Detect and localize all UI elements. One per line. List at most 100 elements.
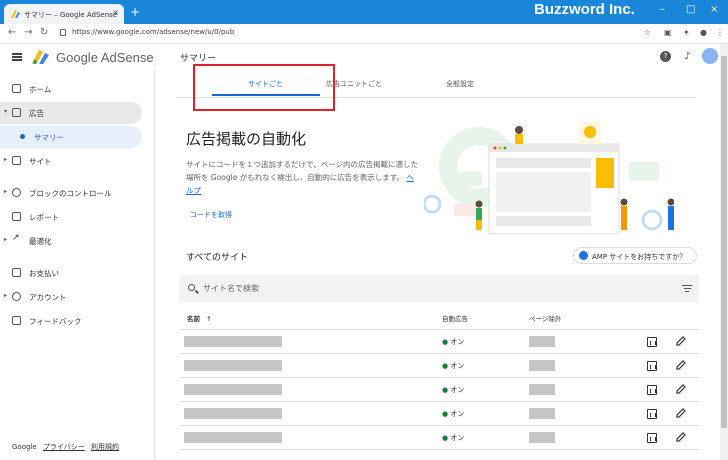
sidebar-item-block-controls[interactable]: ▸ ブロックのコントロール: [0, 182, 155, 204]
caret-right-icon: ▸: [4, 156, 8, 163]
ads-icon: [12, 108, 21, 117]
auto-ads-status: ● オン: [442, 385, 464, 395]
bell-icon[interactable]: ♪: [682, 51, 693, 62]
menu-icon[interactable]: ⋮: [716, 28, 724, 37]
new-tab-button[interactable]: +: [130, 5, 140, 19]
column-name-label: 名前: [187, 315, 200, 323]
get-code-link[interactable]: コードを取得: [190, 210, 232, 220]
sidebar-item-label: ホーム: [29, 85, 52, 94]
edit-pencil-icon[interactable]: [676, 408, 686, 418]
status-label: オン: [450, 410, 465, 418]
column-header-name[interactable]: 名前 ↑: [187, 313, 212, 323]
trend-icon: ↗: [12, 233, 20, 243]
sidebar-item-label: アカウント: [29, 293, 67, 302]
sidebar-item-reports[interactable]: レポート: [0, 206, 155, 228]
sidebar-footer: Google プライバシー 利用規約: [12, 442, 119, 452]
minimize-button[interactable]: –: [660, 4, 665, 15]
amp-button-label: AMP サイトをお持ちですか？: [592, 253, 687, 261]
privacy-link[interactable]: プライバシー: [43, 443, 85, 451]
caret-right-icon: ▸: [4, 188, 8, 195]
page-exclusion-redacted: [529, 336, 555, 347]
back-icon[interactable]: ←: [8, 27, 16, 38]
payments-icon: [12, 268, 21, 277]
page-title: サマリー: [180, 54, 217, 64]
extension-icon[interactable]: ▣: [664, 28, 672, 37]
site-name-redacted: [184, 432, 282, 443]
hero-description-text: サイトにコードを１つ追加するだけで、ページ内の広告掲載に適した場所を Googl…: [186, 160, 419, 182]
close-window-button[interactable]: ×: [710, 4, 718, 15]
sidebar-item-payments[interactable]: お支払い: [0, 262, 155, 284]
tab-close-icon[interactable]: ×: [112, 8, 119, 17]
edit-pencil-icon[interactable]: [676, 432, 686, 442]
sidebar-item-label: 広告: [29, 109, 44, 118]
scrollbar-thumb[interactable]: [721, 56, 727, 428]
status-label: オン: [450, 338, 465, 346]
search-icon: [188, 284, 195, 291]
table-row[interactable]: ● オン: [179, 426, 699, 450]
sidebar-item-home[interactable]: ホーム: [0, 78, 155, 100]
search-input[interactable]: サイト名で検索: [203, 283, 259, 294]
tab-bar: サイトごと 広告ユニットごと 全般設定: [176, 64, 696, 111]
table-row[interactable]: ● オン: [179, 402, 699, 426]
help-icon[interactable]: ?: [660, 51, 671, 62]
page-exclusion-redacted: [529, 384, 555, 395]
hamburger-menu-icon[interactable]: [12, 53, 22, 61]
tab-general-settings[interactable]: 全般設定: [446, 79, 474, 89]
site-name-redacted: [184, 384, 282, 395]
amp-icon: [579, 251, 588, 260]
page-scrollbar[interactable]: [720, 44, 728, 460]
puzzle-icon[interactable]: ✦: [683, 28, 690, 37]
sidebar-item-account[interactable]: ▸ アカウント: [0, 286, 155, 308]
adsense-favicon-icon: [11, 10, 20, 18]
maximize-button[interactable]: □: [686, 4, 695, 15]
site-name-redacted: [184, 360, 282, 371]
auto-ads-status: ● オン: [442, 337, 464, 347]
sidebar-item-label: サマリー: [34, 133, 64, 142]
table-row[interactable]: ● オン: [179, 378, 699, 402]
page-exclusion-redacted: [529, 360, 555, 371]
forward-icon[interactable]: →: [24, 27, 32, 38]
report-chart-icon[interactable]: [647, 337, 657, 347]
url-field[interactable]: https://www.google.com/adsense/new/u/0/p…: [72, 28, 234, 36]
table-row[interactable]: ● オン: [179, 330, 699, 354]
auto-ads-status: ● オン: [442, 433, 464, 443]
edit-pencil-icon[interactable]: [676, 360, 686, 370]
browser-tab-title: サマリー – Google AdSense: [24, 11, 118, 19]
report-chart-icon[interactable]: [647, 361, 657, 371]
sidebar-item-optimization[interactable]: ▸ ↗ 最適化: [0, 230, 155, 252]
sidebar-item-label: サイト: [29, 157, 52, 166]
sidebar-item-label: レポート: [29, 213, 59, 222]
sidebar: ホーム ▾ 広告 サマリー ▸ サイト ▸ ブロックのコントロール レポート ▸…: [0, 70, 155, 460]
block-icon: [12, 188, 21, 197]
report-chart-icon[interactable]: [647, 409, 657, 419]
table-row[interactable]: ● オン: [179, 354, 699, 378]
feedback-icon: [12, 316, 21, 325]
report-icon: [12, 212, 21, 221]
profile-icon[interactable]: ●: [700, 28, 707, 37]
star-icon[interactable]: ☆: [644, 28, 651, 37]
all-sites-heading: すべてのサイト: [186, 253, 249, 263]
app-header: Google AdSense サマリー ? ♪: [0, 44, 720, 70]
report-chart-icon[interactable]: [647, 433, 657, 443]
edit-pencil-icon[interactable]: [676, 384, 686, 394]
auto-ads-status: ● オン: [442, 361, 464, 371]
adsense-logo-icon: [32, 50, 49, 64]
site-search-bar[interactable]: サイト名で検索: [179, 275, 699, 302]
sidebar-item-ads[interactable]: ▾ 広告: [0, 102, 142, 124]
sidebar-item-summary[interactable]: サマリー: [0, 126, 142, 148]
terms-link[interactable]: 利用規約: [91, 443, 119, 451]
sidebar-item-feedback[interactable]: フィードバック: [0, 310, 155, 332]
browser-tab[interactable]: サマリー – Google AdSense ×: [4, 4, 124, 24]
annotation-highlight-box: [193, 64, 335, 111]
sidebar-item-sites[interactable]: ▸ サイト: [0, 150, 155, 172]
filter-icon[interactable]: [682, 285, 692, 292]
page-exclusion-redacted: [529, 408, 555, 419]
caret-right-icon: ▸: [4, 292, 8, 299]
reload-icon[interactable]: ↻: [40, 27, 48, 38]
avatar[interactable]: [702, 48, 718, 64]
edit-pencil-icon[interactable]: [676, 336, 686, 346]
auto-ads-status: ● オン: [442, 409, 464, 419]
footer-brand: Google: [12, 443, 37, 451]
amp-sites-button[interactable]: AMP サイトをお持ちですか？: [573, 247, 697, 264]
report-chart-icon[interactable]: [647, 385, 657, 395]
